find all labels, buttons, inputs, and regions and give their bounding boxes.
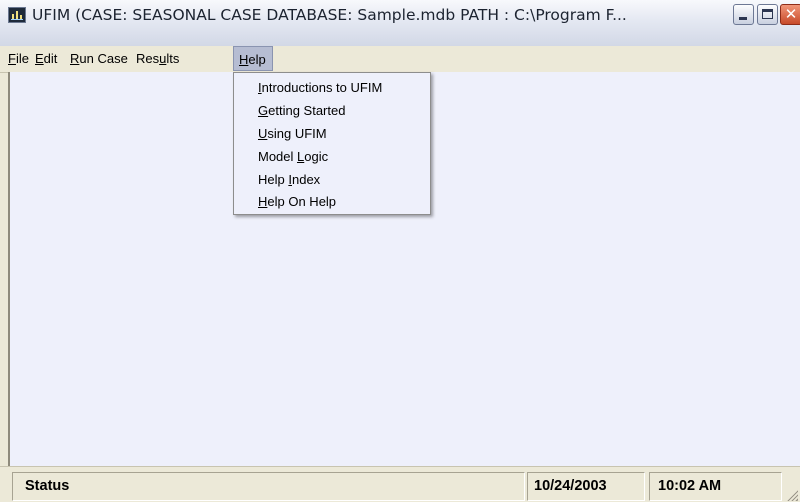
minimize-button[interactable] — [733, 4, 754, 25]
status-date: 10/24/2003 — [534, 478, 607, 494]
mnemonic: H — [239, 52, 249, 67]
menu-label-rest: ntroductions to UFIM — [261, 80, 383, 95]
menu-help[interactable]: Help — [233, 46, 273, 71]
maximize-button[interactable] — [757, 4, 778, 25]
ufim-main-window: UFIM (CASE: SEASONAL CASE DATABASE: Samp… — [0, 0, 800, 502]
menu-label-rest: lts — [166, 51, 180, 66]
icon-baseline — [11, 19, 23, 20]
date-panel: 10/24/2003 — [527, 472, 645, 501]
menu-item-getting-started[interactable]: Getting Started — [258, 100, 345, 122]
menu-label-pre: Help — [258, 172, 289, 187]
window-title: UFIM (CASE: SEASONAL CASE DATABASE: Samp… — [32, 6, 627, 24]
menu-label-rest: ndex — [291, 172, 321, 187]
help-menu-dropdown: Introductions to UFIM Getting Started Us… — [233, 72, 431, 215]
minimize-icon — [739, 17, 747, 20]
mnemonic: F — [8, 51, 16, 66]
menu-edit[interactable]: Edit — [35, 46, 57, 71]
close-button[interactable]: ✕ — [780, 4, 800, 25]
menu-label-rest: dit — [43, 51, 58, 66]
menu-item-using-ufim[interactable]: Using UFIM — [258, 123, 327, 145]
mnemonic: G — [258, 103, 269, 118]
menu-label-rest: ile — [15, 51, 29, 66]
menu-label-rest: elp — [248, 52, 266, 67]
menu-item-help-index[interactable]: Help Index — [258, 169, 320, 191]
status-text: Status — [25, 478, 70, 494]
mnemonic: E — [35, 51, 44, 66]
menu-label-pre: Model — [258, 149, 298, 164]
menu-bar: File Edit Run Case Results Help — [0, 46, 800, 73]
menu-item-introductions[interactable]: Introductions to UFIM — [258, 77, 382, 99]
menu-file[interactable]: File — [8, 46, 29, 71]
menu-item-help-on-help[interactable]: Help On Help — [258, 191, 336, 213]
menu-run-case[interactable]: Run Case — [70, 46, 128, 71]
menu-label-rest: ogic — [304, 149, 329, 164]
menu-label-rest: sing UFIM — [267, 126, 327, 141]
status-bar: Status 10/24/2003 10:02 AM — [0, 466, 800, 502]
resize-grip-icon[interactable] — [786, 489, 798, 501]
time-panel: 10:02 AM — [649, 472, 782, 501]
mnemonic: U — [258, 126, 268, 141]
menu-label-pre: Res — [136, 51, 160, 66]
menu-label-rest: etting Started — [268, 103, 346, 118]
mnemonic: R — [70, 51, 80, 66]
menu-item-model-logic[interactable]: Model Logic — [258, 146, 328, 168]
menu-label-rest: un Case — [79, 51, 128, 66]
title-bar[interactable]: UFIM (CASE: SEASONAL CASE DATABASE: Samp… — [0, 0, 800, 47]
status-time: 10:02 AM — [658, 478, 722, 494]
mnemonic: H — [258, 194, 268, 209]
menu-label-rest: elp On Help — [267, 194, 337, 209]
menu-results[interactable]: Results — [136, 46, 179, 71]
status-panel: Status — [12, 472, 525, 501]
ufim-app-icon[interactable] — [8, 7, 26, 23]
close-icon: ✕ — [784, 5, 798, 23]
maximize-icon — [762, 9, 773, 19]
icon-bar — [16, 11, 18, 19]
